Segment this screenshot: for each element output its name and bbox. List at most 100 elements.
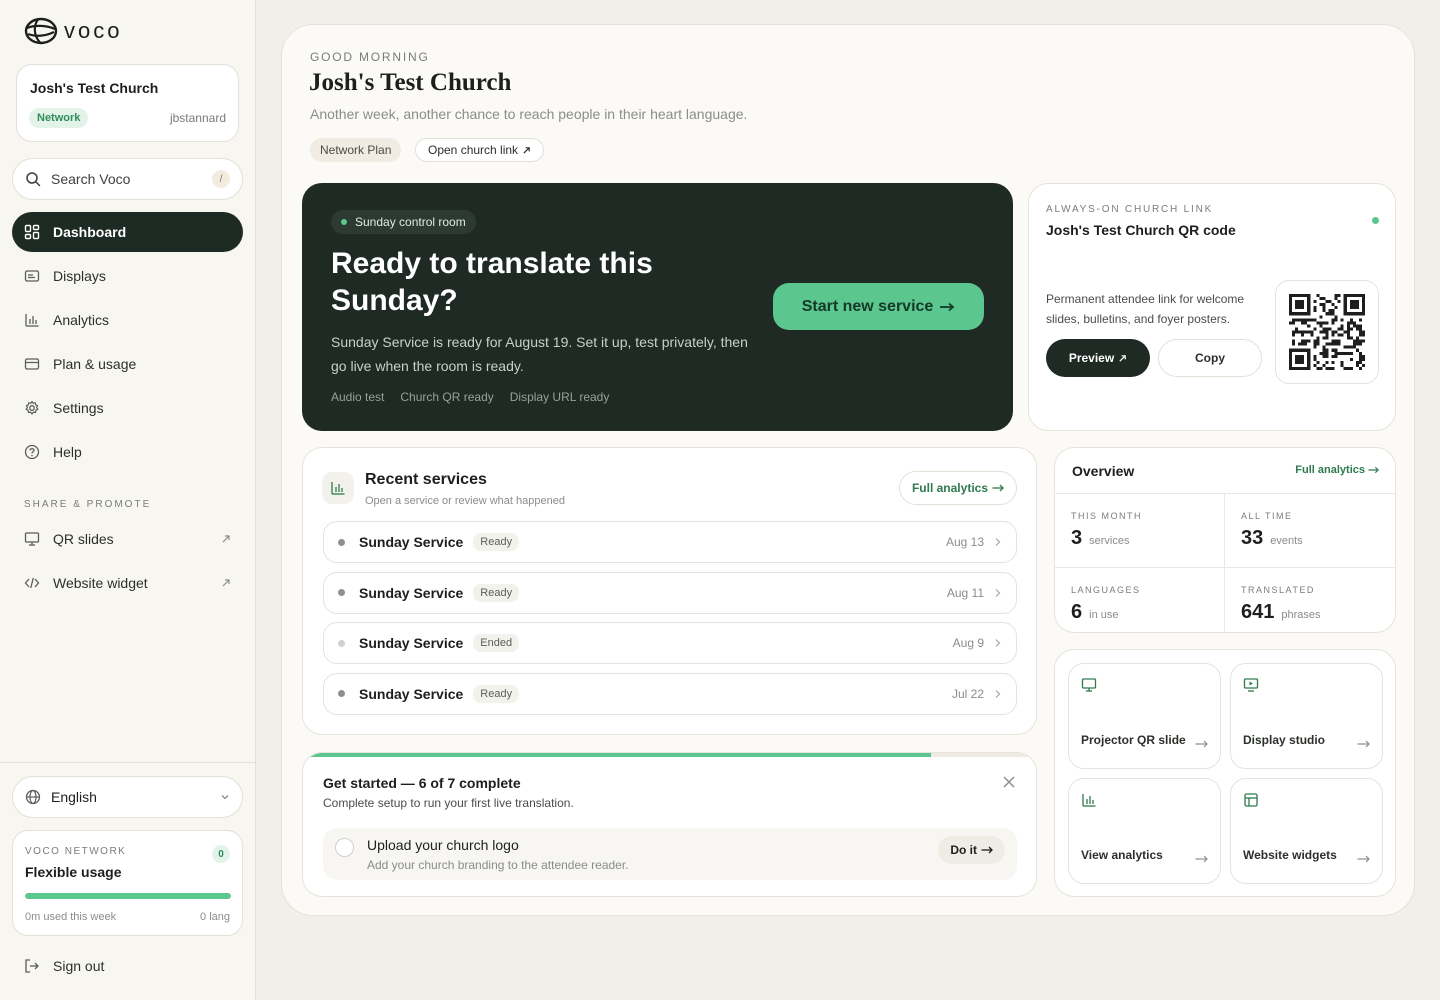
- start-new-service-button[interactable]: Start new service: [773, 283, 984, 330]
- monitor-icon: [1243, 678, 1259, 692]
- quick-actions-card: Projector QR slide Display studio View a…: [1054, 649, 1396, 897]
- stat-unit: services: [1089, 535, 1130, 547]
- full-analytics-label: Full analytics: [911, 481, 988, 495]
- stat-value: 33: [1241, 527, 1264, 549]
- stat-value: 3: [1071, 527, 1083, 549]
- nav-item-website-widget[interactable]: Website widget: [12, 563, 243, 603]
- help-icon: [24, 444, 40, 460]
- brand-name: voco: [64, 18, 123, 43]
- status-dot: [338, 589, 345, 596]
- readiness-tags: Audio test Church QR ready Display URL r…: [331, 390, 609, 404]
- quick-action-website-widgets[interactable]: Website widgets: [1230, 778, 1383, 884]
- quick-action-projector-qr-slide[interactable]: Projector QR slide: [1068, 663, 1221, 769]
- nav-item-qr-slides[interactable]: QR slides: [12, 519, 243, 559]
- service-row[interactable]: Sunday Service Ready Aug 13: [323, 521, 1017, 563]
- usage-title: Flexible usage: [25, 864, 122, 880]
- live-dot: [341, 219, 347, 225]
- full-analytics-button[interactable]: Full analytics: [898, 471, 1017, 505]
- nav-item-displays[interactable]: Displays: [12, 256, 243, 296]
- stat-value: 6: [1071, 601, 1083, 623]
- overview-full-analytics-link[interactable]: Full analytics: [1295, 464, 1379, 476]
- qr-code-icon: [1289, 294, 1365, 370]
- nav-item-dashboard[interactable]: Dashboard: [12, 212, 243, 252]
- usage-progress-bar: [25, 893, 231, 899]
- do-it-button[interactable]: Do it: [938, 836, 1005, 864]
- stat-translated: TRANSLATED 641 phrases: [1225, 568, 1395, 632]
- close-icon[interactable]: [1002, 775, 1016, 789]
- stat-all-time: ALL TIME 33 events: [1225, 494, 1395, 568]
- overview-stats: THIS MONTH 3 services ALL TIME 33 events L…: [1055, 493, 1395, 632]
- service-date: Aug 13: [945, 535, 984, 549]
- church-name: Josh's Test Church: [30, 80, 159, 96]
- status-dot: [338, 690, 345, 697]
- usage-card[interactable]: VOCO NETWORK 0 Flexible usage 0m used th…: [12, 830, 243, 936]
- gear-icon: [25, 400, 39, 415]
- get-started-card: Get started — 6 of 7 complete Complete s…: [302, 752, 1037, 897]
- sidebar: voco Josh's Test Church Network jbstanna…: [0, 0, 256, 1000]
- recent-services-title: Recent services: [365, 471, 487, 488]
- analytics-icon: [331, 482, 345, 495]
- tag-church-qr: Church QR ready: [400, 390, 494, 404]
- external-link-icon: [222, 579, 230, 587]
- service-status: Ready: [473, 583, 520, 602]
- hero-description: Sunday Service is ready for August 19. S…: [331, 334, 748, 374]
- language-select[interactable]: English: [12, 776, 243, 818]
- nav-label: Analytics: [53, 312, 110, 328]
- do-it-label: Do it: [950, 843, 977, 857]
- arrow-right-icon: [992, 484, 1004, 492]
- service-name: Sunday Service: [359, 534, 464, 550]
- service-status: Ready: [473, 684, 520, 703]
- service-date: Jul 22: [951, 686, 984, 701]
- status-dot: [1372, 217, 1379, 224]
- open-church-link-button[interactable]: Open church link: [415, 138, 545, 162]
- recent-services-badge: [322, 472, 354, 504]
- usage-progress-fill: [25, 893, 231, 899]
- greeting: GOOD MORNING: [310, 50, 430, 64]
- preview-button[interactable]: Preview: [1046, 339, 1150, 377]
- qr-code[interactable]: [1275, 280, 1379, 384]
- status-dot: [338, 538, 345, 546]
- nav-item-analytics[interactable]: Analytics: [12, 300, 243, 340]
- usage-languages: 0 lang: [200, 911, 230, 923]
- nav-label: Settings: [53, 400, 104, 416]
- overview-card: Overview Full analytics THIS MONTH 3 serv…: [1054, 447, 1396, 633]
- quick-action-display-studio[interactable]: Display studio: [1230, 663, 1383, 769]
- control-room-label: Sunday control room: [355, 215, 466, 229]
- stat-unit: phrases: [1281, 609, 1321, 621]
- search-input[interactable]: Search Voco /: [12, 158, 243, 200]
- task-subtitle: Add your church branding to the attendee…: [367, 858, 629, 872]
- nav-label: Website widget: [53, 575, 148, 591]
- service-row[interactable]: Sunday Service Ready Jul 22: [323, 672, 1017, 715]
- layout-icon: [1244, 793, 1258, 807]
- chevron-right-icon: [995, 639, 1001, 647]
- nav-item-help[interactable]: Help: [12, 432, 243, 472]
- sign-out-label: Sign out: [53, 958, 105, 974]
- arrow-right-icon: [1195, 855, 1208, 863]
- service-row[interactable]: Sunday Service Ready Aug 11: [323, 571, 1017, 614]
- stat-unit: events: [1270, 535, 1303, 547]
- username: jbstannard: [169, 111, 226, 125]
- sunday-control-room-card: Sunday control room Ready to translate t…: [302, 183, 1013, 431]
- usage-label: VOCO NETWORK: [25, 846, 127, 857]
- preview-label: Preview: [1068, 351, 1115, 365]
- church-switcher[interactable]: Josh's Test Church Network jbstannard: [16, 64, 239, 142]
- search-icon: [26, 172, 41, 187]
- tag-display-url: Display URL ready: [509, 390, 610, 404]
- nav-item-settings[interactable]: Settings: [12, 388, 243, 428]
- setup-progress-bar: [303, 753, 1036, 757]
- quick-action-label: Display studio: [1243, 733, 1326, 747]
- task-checkbox[interactable]: [335, 838, 354, 857]
- usage-used: 0m used this week: [25, 911, 117, 923]
- quick-action-view-analytics[interactable]: View analytics: [1068, 778, 1221, 884]
- setup-progress-fill: [303, 753, 932, 757]
- service-status: Ready: [473, 533, 520, 551]
- share-nav: QR slides Website widget: [12, 519, 243, 607]
- stat-label: ALL TIME: [1241, 511, 1293, 521]
- service-row[interactable]: Sunday Service Ended Aug 9: [323, 622, 1017, 664]
- copy-button[interactable]: Copy: [1158, 339, 1262, 377]
- voco-logo[interactable]: voco: [24, 17, 122, 45]
- sign-out-button[interactable]: Sign out: [24, 958, 104, 974]
- usage-badge: 0: [212, 845, 230, 863]
- plan-badge: Network: [29, 108, 89, 128]
- nav-item-plan-usage[interactable]: Plan & usage: [12, 344, 243, 384]
